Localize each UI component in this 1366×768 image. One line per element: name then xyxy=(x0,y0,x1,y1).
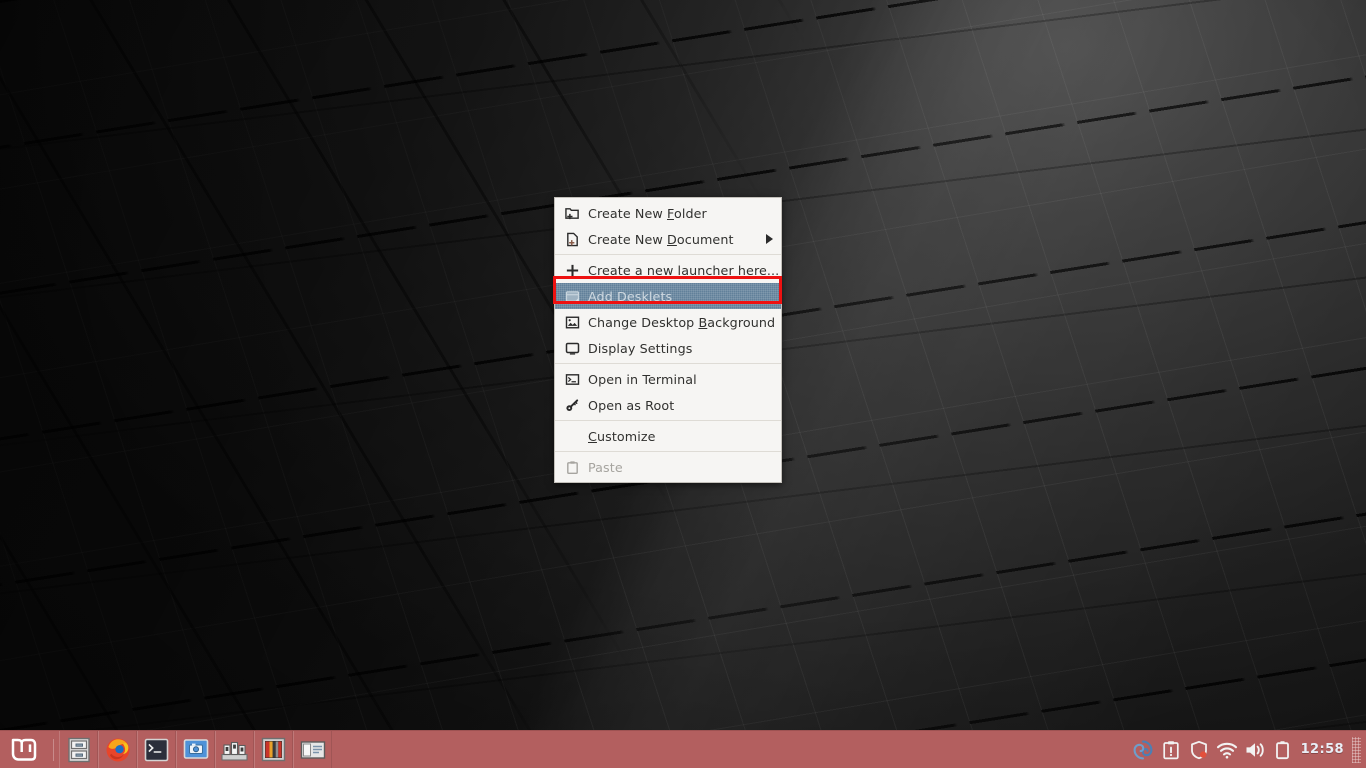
menu-item-label: Change Desktop Background xyxy=(588,315,775,330)
tray-icon-volume[interactable] xyxy=(1241,731,1269,768)
menu-item-customize[interactable]: Customize xyxy=(555,423,781,449)
desklet-icon xyxy=(564,288,581,305)
launcher-screenshot[interactable] xyxy=(176,731,215,768)
menu-item-label: Paste xyxy=(588,460,773,475)
tray-icon-firewall[interactable] xyxy=(1185,731,1213,768)
menu-item-label: Add Desklets xyxy=(588,289,773,304)
tray-icon-network[interactable] xyxy=(1213,731,1241,768)
camera-screen-icon xyxy=(183,738,209,762)
menu-item-create-new-folder[interactable]: Create New Folder xyxy=(555,200,781,226)
menu-item-label: Display Settings xyxy=(588,341,773,356)
tray-icon-system-monitor[interactable] xyxy=(1129,731,1157,768)
wifi-icon xyxy=(1216,741,1238,759)
launcher-area[interactable] xyxy=(59,731,332,768)
menu-separator xyxy=(555,363,781,364)
menu-item-open-as-root[interactable]: Open as Root xyxy=(555,392,781,418)
menu-separator xyxy=(555,451,781,452)
system-tray[interactable]: 12:58 xyxy=(1129,731,1366,768)
software-boxes-icon xyxy=(221,739,248,761)
desktop-context-menu[interactable]: Create New Folder Create New Document Cr… xyxy=(554,197,782,483)
launcher-terminal[interactable] xyxy=(137,731,176,768)
menu-item-create-new-document[interactable]: Create New Document xyxy=(555,226,781,252)
launcher-image-viewer[interactable] xyxy=(254,731,293,768)
menu-item-change-desktop-background[interactable]: Change Desktop Background xyxy=(555,309,781,335)
menu-item-create-new-launcher[interactable]: Create a new launcher here... xyxy=(555,257,781,283)
file-cabinet-icon xyxy=(67,737,91,763)
new-folder-icon xyxy=(564,205,581,222)
terminal-window-icon xyxy=(144,738,169,762)
shield-alert-icon xyxy=(1189,740,1209,760)
menu-item-open-in-terminal[interactable]: Open in Terminal xyxy=(555,366,781,392)
menu-separator xyxy=(555,420,781,421)
tray-icon-battery[interactable] xyxy=(1269,731,1297,768)
launcher-files[interactable] xyxy=(59,731,98,768)
tray-icon-update-manager[interactable] xyxy=(1157,731,1185,768)
image-frame-icon xyxy=(261,737,286,762)
terminal-icon xyxy=(564,371,581,388)
key-icon xyxy=(564,397,581,414)
panel-drag-grip[interactable] xyxy=(1352,737,1361,763)
menu-item-label: Create New Folder xyxy=(588,206,773,221)
submenu-arrow-icon xyxy=(766,234,773,244)
menu-item-display-settings[interactable]: Display Settings xyxy=(555,335,781,361)
launcher-software-manager[interactable] xyxy=(215,731,254,768)
new-document-icon xyxy=(564,231,581,248)
clipboard-alert-icon xyxy=(1162,740,1180,760)
blue-spiral-icon xyxy=(1133,740,1153,760)
monitor-icon xyxy=(564,340,581,357)
menu-separator xyxy=(555,254,781,255)
menu-button[interactable] xyxy=(0,731,48,768)
clipboard-icon xyxy=(564,459,581,476)
menu-item-paste: Paste xyxy=(555,454,781,480)
menu-item-label: Create a new launcher here... xyxy=(588,263,779,278)
menu-item-label: Create New Document xyxy=(588,232,760,247)
menu-item-label: Open as Root xyxy=(588,398,773,413)
firefox-icon xyxy=(105,737,131,763)
text-editor-window-icon xyxy=(300,740,326,760)
picture-icon xyxy=(564,314,581,331)
linux-mint-logo-icon xyxy=(9,737,39,763)
battery-icon xyxy=(1275,740,1290,760)
launcher-firefox[interactable] xyxy=(98,731,137,768)
menu-item-add-desklets[interactable]: Add Desklets xyxy=(555,283,781,309)
bottom-panel[interactable]: 12:58 xyxy=(0,730,1366,768)
plus-icon xyxy=(564,262,581,279)
menu-item-label: Customize xyxy=(564,429,773,444)
window-button-text-editor[interactable] xyxy=(293,731,332,768)
clock[interactable]: 12:58 xyxy=(1297,742,1352,757)
speaker-icon xyxy=(1244,740,1266,760)
menu-item-label: Open in Terminal xyxy=(588,372,773,387)
panel-divider xyxy=(53,739,54,761)
